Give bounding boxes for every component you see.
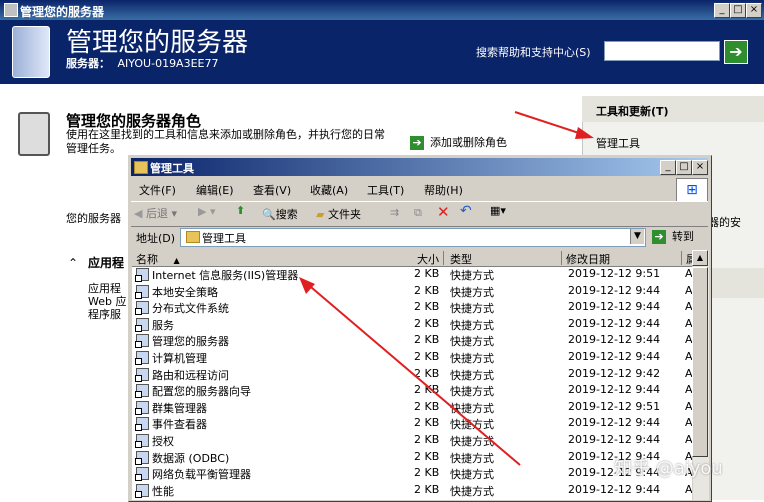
watermark: 知乎 @aiyou bbox=[614, 458, 723, 479]
arrowhead-admin-tools bbox=[575, 127, 594, 139]
annotation-arrows bbox=[299, 111, 594, 466]
arrowhead-iis-manager bbox=[299, 277, 315, 294]
arrow-to-iis-manager bbox=[304, 281, 521, 466]
